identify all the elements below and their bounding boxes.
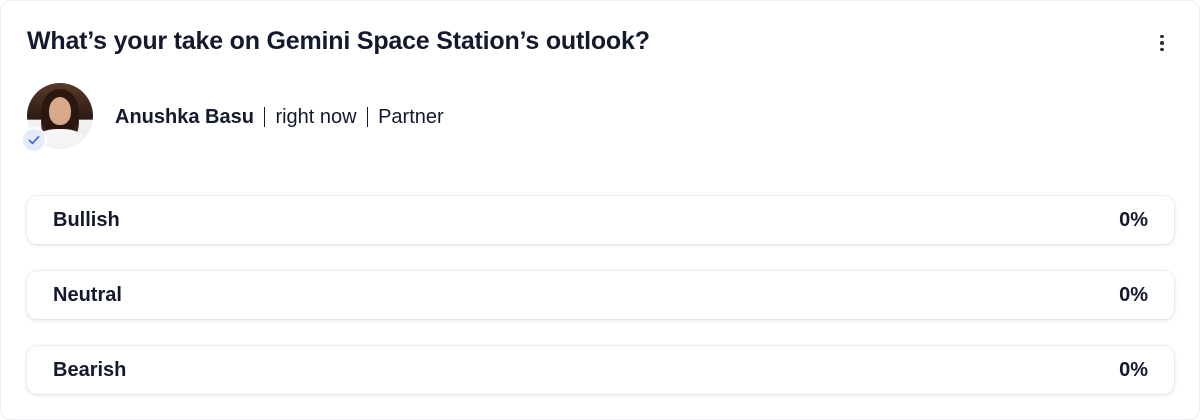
checkmark-icon <box>28 135 40 145</box>
more-vertical-icon-dot <box>1160 41 1164 45</box>
poll-option-percent: 0% <box>1119 283 1148 306</box>
poll-question: What’s your take on Gemini Space Station… <box>27 27 650 55</box>
avatar-container[interactable] <box>19 81 97 153</box>
author-row: Anushka Basu right now Partner <box>19 81 444 153</box>
poll-option-label: Bullish <box>53 208 120 231</box>
author-role: Partner <box>378 105 444 128</box>
poll-option-bullish[interactable]: Bullish 0% <box>27 196 1174 244</box>
poll-option-percent: 0% <box>1119 208 1148 231</box>
divider <box>263 107 266 127</box>
poll-option-label: Neutral <box>53 283 122 306</box>
poll-card: What’s your take on Gemini Space Station… <box>0 0 1200 420</box>
more-options-button[interactable] <box>1151 31 1173 55</box>
divider <box>366 107 369 127</box>
more-vertical-icon-dot <box>1160 47 1164 52</box>
more-vertical-icon <box>1160 34 1164 39</box>
author-name[interactable]: Anushka Basu <box>115 106 254 129</box>
avatar-face <box>49 97 71 125</box>
poll-option-percent: 0% <box>1119 358 1148 381</box>
author-meta: Anushka Basu right now Partner <box>115 106 444 129</box>
poll-option-neutral[interactable]: Neutral 0% <box>27 271 1174 319</box>
post-time: right now <box>275 105 357 128</box>
poll-option-label: Bearish <box>53 358 127 381</box>
verified-badge <box>21 127 47 153</box>
poll-option-bearish[interactable]: Bearish 0% <box>27 346 1174 394</box>
